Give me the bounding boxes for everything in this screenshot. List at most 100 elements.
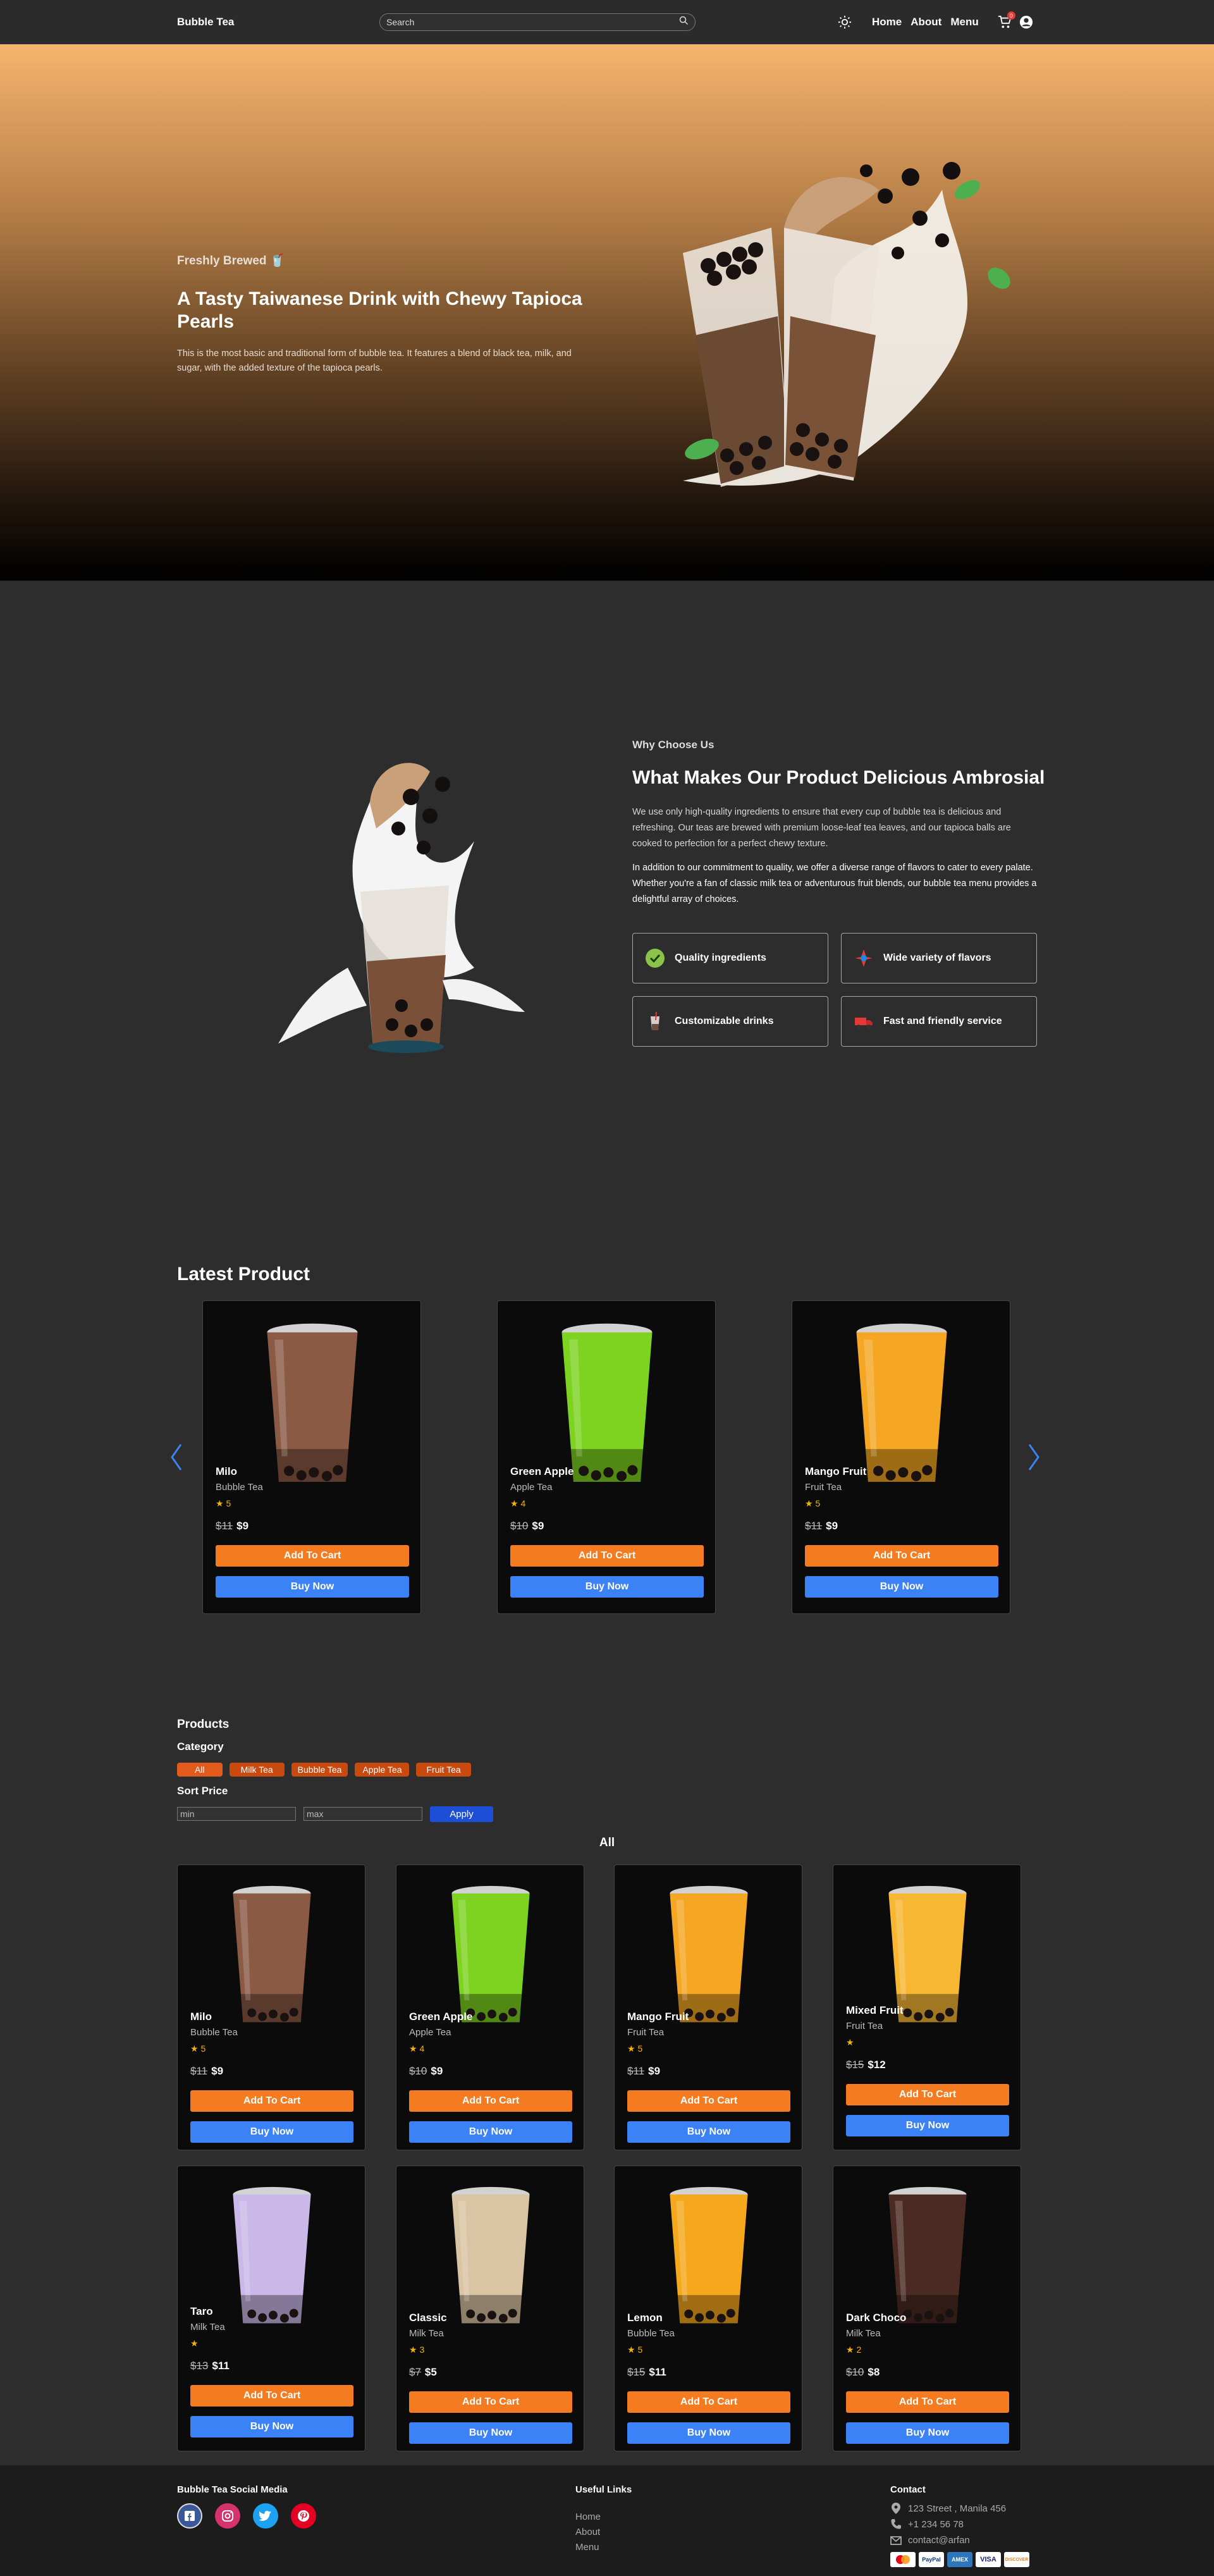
product-rating: ★ 5 bbox=[627, 2345, 643, 2355]
search-bar[interactable] bbox=[379, 13, 696, 31]
feature-label: Customizable drinks bbox=[675, 1016, 774, 1026]
why-subtitle: Why Choose Us bbox=[632, 739, 714, 751]
product-card[interactable]: Lemon Bubble Tea ★ 5 $15 $11 Add To Cart Buy N… bbox=[614, 2166, 802, 2451]
hero-bubble-tea-image bbox=[683, 162, 1010, 487]
add-to-cart-button[interactable]: Add To Cart bbox=[846, 2391, 1009, 2413]
nav-link-about[interactable]: About bbox=[910, 16, 941, 28]
product-price: $11 $9 bbox=[216, 1520, 248, 1532]
add-to-cart-button[interactable]: Add To Cart bbox=[510, 1545, 704, 1567]
product-name: Mixed Fruit bbox=[846, 2004, 904, 2016]
feature-quality-ingredients: Quality ingredients bbox=[632, 933, 828, 983]
category-filter-chips: All Milk Tea Bubble Tea Apple Tea Fruit … bbox=[177, 1763, 471, 1777]
product-card[interactable]: Taro Milk Tea ★ $13 $11 Add To Cart Buy Now bbox=[177, 2166, 365, 2451]
add-to-cart-button[interactable]: Add To Cart bbox=[190, 2090, 353, 2112]
product-card[interactable]: Milo Bubble Tea ★ 5 $11 $9 Add To Cart Buy Now bbox=[177, 1864, 365, 2150]
product-card[interactable]: Mango Fruit Fruit Tea ★ 5 $11 $9 Add To Cart B… bbox=[792, 1300, 1010, 1614]
product-card[interactable]: Dark Choco Milk Tea ★ 2 $10 $8 Add To Cart Buy… bbox=[833, 2166, 1021, 2451]
product-rating: ★ 5 bbox=[805, 1498, 821, 1508]
add-to-cart-button[interactable]: Add To Cart bbox=[846, 2084, 1009, 2105]
sort-price-label: Sort Price bbox=[177, 1785, 228, 1797]
why-section-bubble-tea-image bbox=[278, 763, 525, 1053]
buy-now-button[interactable]: Buy Now bbox=[409, 2422, 572, 2444]
buy-now-button[interactable]: Buy Now bbox=[627, 2422, 790, 2444]
product-rating: ★ bbox=[190, 2338, 199, 2348]
product-price: $11 $9 bbox=[627, 2065, 660, 2078]
product-category: Apple Tea bbox=[409, 2027, 451, 2038]
drink-cup-image bbox=[888, 2186, 967, 2324]
product-category: Bubble Tea bbox=[216, 1482, 263, 1493]
why-paragraph-2: In addition to our commitment to quality… bbox=[632, 863, 1037, 904]
pinterest-icon[interactable] bbox=[291, 2503, 316, 2529]
buy-now-button[interactable]: Buy Now bbox=[846, 2422, 1009, 2444]
why-title: What Makes Our Product Delicious Ambrosi… bbox=[632, 767, 1045, 788]
product-category: Milk Tea bbox=[409, 2328, 444, 2339]
buy-now-button[interactable]: Buy Now bbox=[627, 2121, 790, 2143]
product-name: Mango Fruit bbox=[805, 1465, 867, 1477]
facebook-icon[interactable] bbox=[177, 2503, 202, 2529]
add-to-cart-button[interactable]: Add To Cart bbox=[409, 2391, 572, 2413]
buy-now-button[interactable]: Buy Now bbox=[190, 2416, 353, 2437]
drink-cup-image bbox=[670, 2186, 748, 2324]
feature-fast-service: Fast and friendly service bbox=[841, 996, 1037, 1047]
drink-cup-icon bbox=[644, 1011, 666, 1032]
twitter-icon[interactable] bbox=[253, 2503, 278, 2529]
cart-icon[interactable]: 0 bbox=[998, 11, 1015, 29]
footer-links-title: Useful Links bbox=[575, 2484, 632, 2495]
contact-email-text: contact@arfan bbox=[908, 2535, 970, 2546]
product-card[interactable]: Mixed Fruit Fruit Tea ★ $15 $12 Add To Cart Bu… bbox=[833, 1864, 1021, 2150]
original-price: $10 bbox=[846, 2366, 864, 2378]
product-price: $10 $8 bbox=[846, 2366, 880, 2379]
chip-milk-tea[interactable]: Milk Tea bbox=[229, 1763, 285, 1777]
apply-filter-button[interactable]: Apply bbox=[430, 1806, 493, 1822]
product-name: Milo bbox=[190, 2011, 212, 2023]
product-card[interactable]: Green Apple Apple Tea ★ 4 $10 $9 Add To Cart B… bbox=[396, 1864, 584, 2150]
nav-link-menu[interactable]: Menu bbox=[950, 16, 978, 28]
sale-price: $11 bbox=[212, 2360, 230, 2372]
product-rating: ★ 5 bbox=[216, 1498, 231, 1508]
sale-price: $8 bbox=[868, 2366, 880, 2378]
buy-now-button[interactable]: Buy Now bbox=[510, 1576, 704, 1598]
add-to-cart-button[interactable]: Add To Cart bbox=[805, 1545, 998, 1567]
add-to-cart-button[interactable]: Add To Cart bbox=[216, 1545, 409, 1567]
product-price: $11 $9 bbox=[805, 1520, 838, 1532]
add-to-cart-button[interactable]: Add To Cart bbox=[627, 2391, 790, 2413]
chip-all[interactable]: All bbox=[177, 1763, 223, 1777]
footer-link-about[interactable]: About bbox=[575, 2527, 600, 2537]
instagram-icon[interactable] bbox=[215, 2503, 240, 2529]
add-to-cart-button[interactable]: Add To Cart bbox=[190, 2385, 353, 2407]
add-to-cart-button[interactable]: Add To Cart bbox=[409, 2090, 572, 2112]
product-card[interactable]: Milo Bubble Tea ★ 5 $11 $9 Add To Cart Buy Now bbox=[202, 1300, 421, 1614]
product-name: Dark Choco bbox=[846, 2312, 907, 2324]
chip-bubble-tea[interactable]: Bubble Tea bbox=[291, 1763, 348, 1777]
buy-now-button[interactable]: Buy Now bbox=[190, 2121, 353, 2143]
buy-now-button[interactable]: Buy Now bbox=[216, 1576, 409, 1598]
product-rating: ★ 5 bbox=[627, 2043, 643, 2054]
min-price-input[interactable] bbox=[177, 1807, 296, 1821]
color-splash-icon bbox=[853, 947, 874, 969]
add-to-cart-button[interactable]: Add To Cart bbox=[627, 2090, 790, 2112]
nav-link-home[interactable]: Home bbox=[872, 16, 902, 28]
chip-fruit-tea[interactable]: Fruit Tea bbox=[416, 1763, 471, 1777]
product-card[interactable]: Green Apple Apple Tea ★ 4 $10 $9 Add To Cart B… bbox=[497, 1300, 716, 1614]
discover-icon: DISCOVER bbox=[1004, 2552, 1029, 2567]
carousel-prev-chevron-icon[interactable] bbox=[169, 1442, 183, 1476]
hero-description: This is the most basic and traditional f… bbox=[177, 348, 572, 373]
search-input[interactable] bbox=[386, 17, 679, 27]
brand-logo[interactable]: Bubble Tea bbox=[177, 16, 234, 28]
user-account-icon[interactable] bbox=[1019, 15, 1033, 29]
buy-now-button[interactable]: Buy Now bbox=[846, 2115, 1009, 2136]
footer-link-menu[interactable]: Menu bbox=[575, 2542, 599, 2553]
theme-toggle-sun-icon[interactable] bbox=[838, 15, 852, 29]
product-card[interactable]: Classic Milk Tea ★ 3 $7 $5 Add To Cart Buy Now bbox=[396, 2166, 584, 2451]
buy-now-button[interactable]: Buy Now bbox=[409, 2121, 572, 2143]
product-name: Lemon bbox=[627, 2312, 663, 2324]
max-price-input[interactable] bbox=[304, 1807, 422, 1821]
product-card[interactable]: Mango Fruit Fruit Tea ★ 5 $11 $9 Add To Cart B… bbox=[614, 1864, 802, 2150]
carousel-next-chevron-icon[interactable] bbox=[1027, 1442, 1041, 1476]
buy-now-button[interactable]: Buy Now bbox=[805, 1576, 998, 1598]
search-icon[interactable] bbox=[679, 16, 689, 28]
footer-link-home[interactable]: Home bbox=[575, 2511, 601, 2522]
chip-apple-tea[interactable]: Apple Tea bbox=[355, 1763, 410, 1777]
latest-product-title: Latest Product bbox=[177, 1264, 310, 1285]
product-price: $15 $12 bbox=[846, 2059, 886, 2071]
